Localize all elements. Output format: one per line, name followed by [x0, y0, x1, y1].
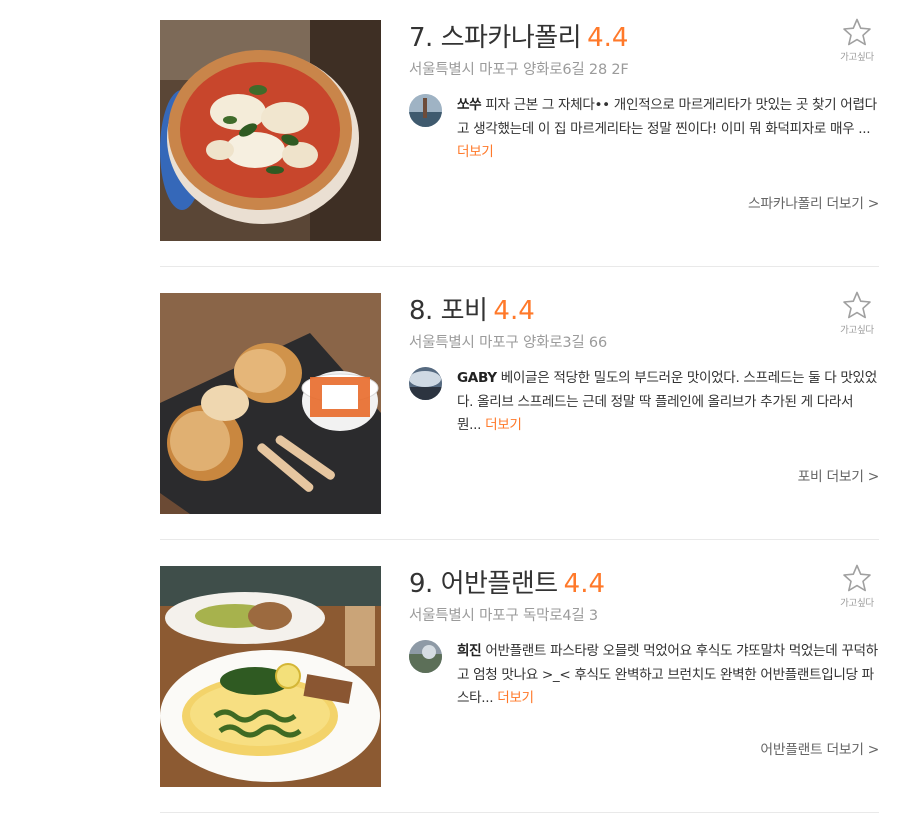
restaurant-address: 서울특별시 마포구 양화로3길 66 — [409, 335, 607, 351]
restaurant-item: 8. 포비 4.4 서울특별시 마포구 양화로3길 66 가고싶다 GABY 베이글… — [160, 291, 879, 566]
wish-label: 가고싶다 — [840, 598, 874, 609]
restaurant-address: 서울특별시 마포구 독막로4길 3 — [409, 608, 598, 624]
read-more-link[interactable]: 더보기 — [497, 690, 534, 706]
avatar[interactable] — [409, 640, 442, 673]
avatar-image — [409, 640, 442, 673]
rating-score: 4.4 — [587, 23, 629, 53]
avatar-image — [409, 94, 442, 127]
title-row: 7. 스파카나폴리 4.4 — [409, 20, 879, 56]
restaurant-item: 7. 스파카나폴리 4.4 서울특별시 마포구 양화로6길 28 2F 가고싶다 … — [160, 18, 879, 293]
review-snippet: 희진 어반플랜트 파스타랑 오믈렛 먹었어요 후식도 갸또말차 먹었는데 꾸덕하고… — [409, 640, 879, 711]
review-text: 쏘쑤 피자 근본 그 자체다•• 개인적으로 마르게리타가 맛있는 곳 찾기 어렵… — [457, 94, 879, 165]
review-text: 희진 어반플랜트 파스타랑 오믈렛 먹었어요 후식도 갸또말차 먹었는데 꾸덕하고… — [457, 640, 879, 711]
restaurant-photo[interactable] — [160, 566, 381, 787]
restaurant-title[interactable]: 8. 포비 — [409, 296, 488, 326]
restaurant-info: 8. 포비 4.4 서울특별시 마포구 양화로3길 66 가고싶다 GABY 베이글… — [409, 291, 879, 485]
wish-button[interactable]: 가고싶다 — [835, 564, 879, 609]
margherita-pizza-photo — [160, 20, 381, 241]
wish-button[interactable]: 가고싶다 — [835, 291, 879, 336]
restaurant-address: 서울특별시 마포구 양화로6길 28 2F — [409, 62, 629, 78]
restaurant-title[interactable]: 9. 어반플랜트 — [409, 569, 558, 599]
avatar[interactable] — [409, 94, 442, 127]
reviewer-name[interactable]: 쏘쑤 — [457, 97, 482, 113]
restaurant-photo[interactable] — [160, 20, 381, 241]
reviewer-name[interactable]: GABY — [457, 370, 497, 386]
review-snippet: GABY 베이글은 적당한 밀도의 부드러운 맛이었다. 스프레드는 둘 다 맛있… — [409, 367, 879, 438]
read-more-link[interactable]: 더보기 — [457, 144, 494, 160]
title-row: 9. 어반플랜트 4.4 — [409, 566, 879, 602]
restaurant-photo[interactable] — [160, 293, 381, 514]
wish-label: 가고싶다 — [840, 325, 874, 336]
bagel-spread-photo — [160, 293, 381, 514]
review-body: 피자 근본 그 자체다•• 개인적으로 마르게리타가 맛있는 곳 찾기 어렵다고… — [457, 97, 877, 137]
restaurant-more-link[interactable]: 스파카나폴리 더보기 > — [748, 192, 879, 212]
restaurant-info: 7. 스파카나폴리 4.4 서울특별시 마포구 양화로6길 28 2F 가고싶다 … — [409, 18, 879, 212]
star-icon — [843, 18, 871, 46]
divider — [160, 539, 879, 540]
restaurant-info: 9. 어반플랜트 4.4 서울특별시 마포구 독막로4길 3 가고싶다 희진 어반플… — [409, 564, 879, 758]
restaurant-item: 9. 어반플랜트 4.4 서울특별시 마포구 독막로4길 3 가고싶다 희진 어반플… — [160, 564, 879, 839]
review-text: GABY 베이글은 적당한 밀도의 부드러운 맛이었다. 스프레드는 둘 다 맛있… — [457, 367, 879, 438]
restaurant-more-link[interactable]: 포비 더보기 > — [798, 465, 880, 485]
title-row: 8. 포비 4.4 — [409, 293, 879, 329]
star-icon — [843, 564, 871, 592]
rating-score: 4.4 — [563, 569, 606, 599]
reviewer-name[interactable]: 희진 — [457, 643, 482, 659]
review-snippet: 쏘쑤 피자 근본 그 자체다•• 개인적으로 마르게리타가 맛있는 곳 찾기 어렵… — [409, 94, 879, 165]
restaurant-list: 7. 스파카나폴리 4.4 서울특별시 마포구 양화로6길 28 2F 가고싶다 … — [160, 18, 879, 839]
divider — [160, 266, 879, 267]
divider — [160, 812, 879, 813]
avatar-image — [409, 367, 442, 400]
restaurant-title[interactable]: 7. 스파카나폴리 — [409, 23, 582, 53]
avatar[interactable] — [409, 367, 442, 400]
wish-button[interactable]: 가고싶다 — [835, 18, 879, 63]
read-more-link[interactable]: 더보기 — [485, 417, 522, 433]
rating-score: 4.4 — [493, 296, 535, 326]
omelette-brunch-photo — [160, 566, 381, 787]
restaurant-more-link[interactable]: 어반플랜트 더보기 > — [760, 738, 879, 758]
wish-label: 가고싶다 — [840, 52, 874, 63]
star-icon — [843, 291, 871, 319]
